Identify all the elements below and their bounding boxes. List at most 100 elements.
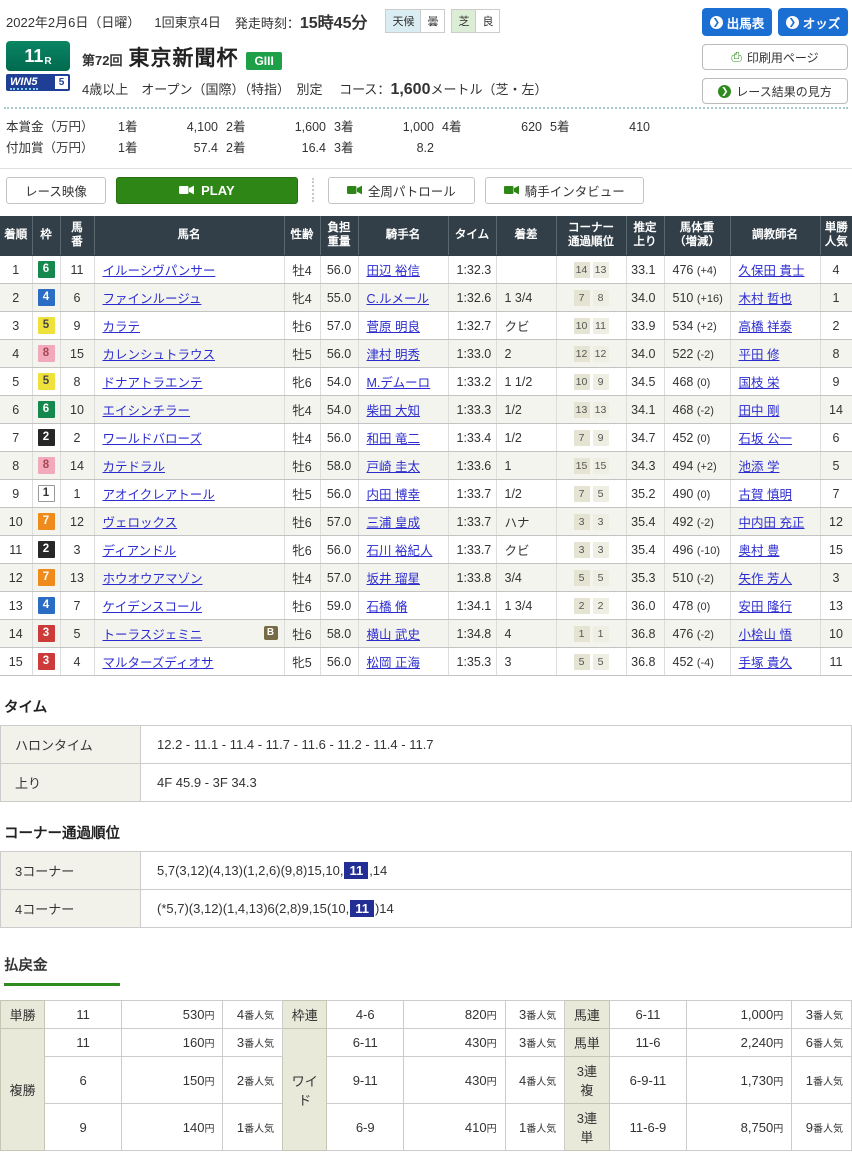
sex-age: 牝6 — [284, 536, 320, 564]
corner3-position: 3 — [574, 514, 590, 530]
corner3-position: 10 — [574, 318, 590, 334]
start-time-line: 発走時刻：15時45分 — [235, 9, 368, 33]
horse-name-link[interactable]: ドナアトラエンテ — [103, 376, 203, 390]
jockey-link[interactable]: 三浦 皇成 — [367, 516, 420, 530]
horse-name-link[interactable]: トーラスジェミニ — [103, 628, 203, 642]
trainer-link[interactable]: 高橋 祥泰 — [739, 320, 792, 334]
bet-type-label: 枠連 — [283, 1001, 327, 1029]
jockey-link[interactable]: 石橋 脩 — [367, 600, 408, 614]
corner-positions: 75 — [556, 480, 626, 508]
trainer-link[interactable]: 中内田 充正 — [739, 516, 805, 530]
trainer-link[interactable]: 木村 哲也 — [739, 292, 792, 306]
jockey-link[interactable]: 松岡 正海 — [367, 656, 420, 670]
payout-popularity: 1番人気 — [792, 1057, 852, 1104]
result-row: 1123ディアンドル牝656.0石川 裕紀人1:33.7クビ3335.4496 … — [0, 536, 852, 564]
horse-name-link[interactable]: ケイデンスコール — [103, 600, 203, 614]
finish-time: 1:33.8 — [448, 564, 496, 592]
finish-time: 1:35.3 — [448, 648, 496, 676]
race-number-badge: 11R — [6, 41, 70, 71]
trainer-link[interactable]: 手塚 貴久 — [739, 656, 792, 670]
jockey-link[interactable]: 柴田 大知 — [367, 404, 420, 418]
video-button-row: レース映像 PLAY 全周パトロール 騎手インタビュー — [0, 169, 852, 214]
carried-weight: 57.0 — [320, 564, 358, 592]
last-3f: 34.5 — [626, 368, 664, 396]
sex-age: 牡6 — [284, 592, 320, 620]
play-button[interactable]: PLAY — [116, 177, 298, 204]
trainer-link[interactable]: 平田 修 — [739, 348, 780, 362]
horse-name-link[interactable]: カラテ — [103, 320, 141, 334]
trainer-link[interactable]: 奥村 豊 — [739, 544, 780, 558]
winner-highlight: 11 — [344, 862, 368, 879]
win-popularity: 7 — [820, 480, 852, 508]
horse-number: 11 — [60, 256, 94, 284]
jockey-link[interactable]: 坂井 瑠星 — [367, 572, 420, 586]
jockey-link[interactable]: 田辺 裕信 — [367, 264, 420, 278]
horse-name-link[interactable]: ディアンドル — [103, 544, 177, 558]
added-prize-value: 57.4 — [152, 138, 218, 159]
finish-time: 1:33.4 — [448, 424, 496, 452]
jockey-link[interactable]: 横山 武史 — [367, 628, 420, 642]
time-row-label: ハロンタイム — [1, 726, 141, 764]
bet-type-label: 3連単 — [565, 1104, 609, 1151]
race-video-button[interactable]: レース映像 — [6, 177, 106, 204]
trainer-cell: 小桧山 悟 — [730, 620, 820, 648]
horse-name-link[interactable]: イルーシヴパンサー — [103, 264, 216, 278]
horse-name-link[interactable]: エイシンチラー — [103, 404, 191, 418]
finish-position: 12 — [0, 564, 32, 592]
trainer-cell: 矢作 芳人 — [730, 564, 820, 592]
jockey-link[interactable]: M.デムーロ — [367, 376, 431, 390]
trainer-link[interactable]: 田中 剛 — [739, 404, 780, 418]
last-3f: 34.3 — [626, 452, 664, 480]
jockey-link[interactable]: 内田 博幸 — [367, 488, 420, 502]
trainer-link[interactable]: 国枝 栄 — [739, 376, 780, 390]
trainer-link[interactable]: 石坂 公一 — [739, 432, 792, 446]
horse-name-cell: ホウオウアマゾン — [94, 564, 284, 592]
payout-combination: 6-9-11 — [609, 1057, 687, 1104]
race-result-page: 2022年2月6日（日曜） 1回東京4日 発走時刻：15時45分 天候曇 芝良 … — [0, 0, 852, 1161]
patrol-video-button[interactable]: 全周パトロール — [328, 177, 475, 204]
horse-name-link[interactable]: カテドラル — [103, 460, 166, 474]
margin: クビ — [496, 312, 556, 340]
course-distance: 1,600 — [390, 81, 430, 98]
corner3-position: 2 — [574, 598, 590, 614]
horse-name-link[interactable]: ワールドバローズ — [103, 432, 202, 446]
yen-suffix: 円 — [773, 1011, 783, 1022]
horse-name-link[interactable]: ヴェロックス — [103, 516, 178, 530]
jockey-link[interactable]: C.ルメール — [367, 292, 430, 306]
win5-badge: WIN5 5 — [6, 74, 70, 91]
jockey-link[interactable]: 和田 竜二 — [367, 432, 420, 446]
trainer-link[interactable]: 久保田 貴士 — [739, 264, 805, 278]
finish-time: 1:34.1 — [448, 592, 496, 620]
margin: 1/2 — [496, 424, 556, 452]
results-tbody: 1611イルーシヴパンサー牡456.0田辺 裕信1:32.3141333.147… — [0, 256, 852, 676]
trainer-link[interactable]: 矢作 芳人 — [739, 572, 792, 586]
horse-name-cell: エイシンチラー — [94, 396, 284, 424]
weather-badges: 天候曇 芝良 — [385, 9, 500, 33]
horse-name-link[interactable]: カレンシュトラウス — [103, 348, 216, 362]
jockey-link[interactable]: 菅原 明良 — [367, 320, 420, 334]
popularity-suffix: 番人気 — [813, 1077, 843, 1088]
horse-name-link[interactable]: ホウオウアマゾン — [103, 572, 203, 586]
trainer-link[interactable]: 池添 学 — [739, 460, 780, 474]
trainer-link[interactable]: 安田 隆行 — [739, 600, 792, 614]
entry-table-button[interactable]: ❯ 出馬表 — [702, 8, 772, 36]
payout-popularity: 3番人気 — [505, 1001, 565, 1029]
print-page-button[interactable]: ⎙ 印刷用ページ — [702, 44, 848, 70]
jockey-link[interactable]: 石川 裕紀人 — [367, 544, 433, 558]
result-row: 1534マルターズディオサ牝556.0松岡 正海1:35.335536.8452… — [0, 648, 852, 676]
horse-name-link[interactable]: アオイクレアトール — [103, 488, 215, 502]
horse-name-link[interactable]: ファインルージュ — [103, 292, 202, 306]
jockey-link[interactable]: 戸崎 圭太 — [367, 460, 420, 474]
payout-popularity: 1番人気 — [223, 1104, 283, 1151]
main-prize-place: 5着 — [542, 117, 584, 138]
trainer-link[interactable]: 小桧山 悟 — [739, 628, 792, 642]
horse-number: 15 — [60, 340, 94, 368]
jockey-link[interactable]: 津村 明秀 — [367, 348, 420, 362]
jockey-interview-button[interactable]: 騎手インタビュー — [485, 177, 644, 204]
odds-button[interactable]: ❯ オッズ — [778, 8, 848, 36]
result-guide-button[interactable]: ❯ レース結果の見方 — [702, 78, 848, 104]
trainer-link[interactable]: 古賀 慎明 — [739, 488, 792, 502]
horse-name-link[interactable]: マルターズディオサ — [103, 656, 214, 670]
result-row: 12713ホウオウアマゾン牡457.0坂井 瑠星1:33.83/45535.35… — [0, 564, 852, 592]
printer-icon: ⎙ — [731, 49, 741, 65]
